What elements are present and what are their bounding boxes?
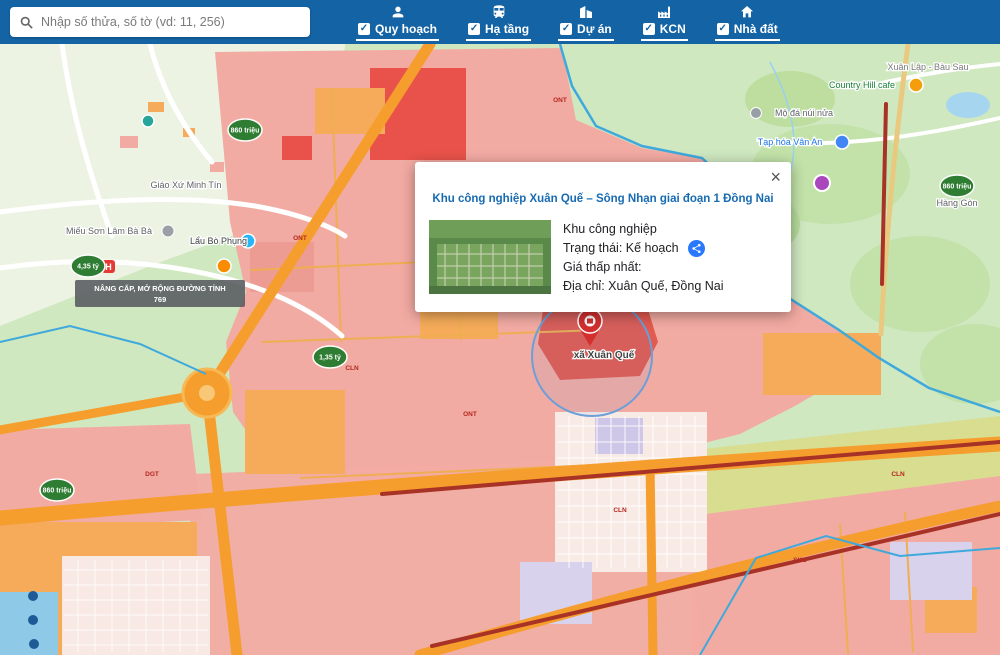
- search-icon: [19, 15, 34, 30]
- info-popup: × Khu công nghiệp Xuân Quế – Sông Nhạn g…: [415, 162, 791, 312]
- price-badge[interactable]: 4,35 tỷ: [71, 255, 105, 277]
- marker-dot[interactable]: [28, 591, 38, 601]
- svg-text:860 triệu: 860 triệu: [943, 184, 972, 191]
- zone-code: CLN: [613, 507, 627, 514]
- popup-close-button[interactable]: ×: [770, 168, 781, 186]
- svg-text:1,35 tỷ: 1,35 tỷ: [319, 355, 341, 362]
- popup-status: Trạng thái: Kế hoạch: [563, 239, 679, 258]
- road-sign: NÂNG CẤP, MỞ RỘNG ĐƯỜNG TỈNH 769: [75, 280, 245, 307]
- search-box[interactable]: [10, 7, 310, 37]
- nav-nha-dat[interactable]: ✓ Nhà đất: [715, 0, 780, 44]
- poi-label: Tạp hóa Vân An: [758, 137, 823, 147]
- planning-person-icon: [390, 3, 406, 20]
- kcn-checkbox[interactable]: ✓: [643, 23, 655, 35]
- ha-tang-checkbox[interactable]: ✓: [468, 23, 480, 35]
- price-badge[interactable]: 860 triệu: [40, 479, 74, 501]
- shop-poi-icon[interactable]: [814, 175, 830, 191]
- road-name-label: Xuân Lập - Bàu Sau: [887, 62, 968, 72]
- food-icon[interactable]: [217, 259, 231, 273]
- nav-quy-hoach[interactable]: ✓ Quy hoạch: [356, 0, 439, 44]
- popup-thumbnail[interactable]: [429, 220, 551, 294]
- building-icon: [578, 3, 594, 20]
- store-icon[interactable]: [835, 135, 849, 149]
- roundabout: [183, 369, 231, 417]
- zone-code: SKC: [793, 557, 807, 564]
- temple-icon[interactable]: [162, 225, 174, 237]
- svg-text:860 triệu: 860 triệu: [231, 128, 260, 135]
- poi-label: Miếu Sơn Lâm Bà Bà: [66, 226, 152, 236]
- poi-label: Giáo Xứ Minh Tín: [151, 180, 222, 190]
- map-app: ✓ Quy hoạch ✓ Hạ tầng ✓ Dự: [0, 0, 1000, 655]
- zone-code: ONT: [463, 411, 477, 418]
- svg-text:H: H: [105, 262, 112, 272]
- price-badge[interactable]: 860 triệu: [940, 175, 974, 197]
- zone-code: DGT: [145, 471, 159, 478]
- poi-label: Hàng Gòn: [936, 198, 977, 208]
- svg-text:769: 769: [154, 295, 167, 304]
- top-bar: ✓ Quy hoạch ✓ Hạ tầng ✓ Dự: [0, 0, 1000, 44]
- du-an-checkbox[interactable]: ✓: [560, 23, 572, 35]
- zone-code: CLN: [345, 365, 359, 372]
- nav-ha-tang[interactable]: ✓ Hạ tầng: [466, 0, 531, 44]
- train-icon: [491, 3, 507, 20]
- highway: [650, 464, 653, 655]
- poi-label: Mộ đá núi nửa: [775, 108, 833, 118]
- poi-label: Country Hill cafe: [829, 80, 895, 90]
- tomb-icon[interactable]: [751, 108, 762, 119]
- zone-code: ONT: [553, 97, 567, 104]
- house-icon: [739, 3, 755, 20]
- svg-text:860 triệu: 860 triệu: [43, 488, 72, 495]
- popup-address: Địa chỉ: Xuân Quế, Đồng Nai: [563, 277, 724, 296]
- poi-label: Lẩu Bò Phụng: [190, 236, 247, 246]
- popup-price: Giá thấp nhất:: [563, 258, 724, 277]
- aerial-thumbnail-image: [429, 220, 551, 294]
- commune-label: xã Xuân Quế: [574, 349, 635, 361]
- nav-kcn[interactable]: ✓ KCN: [641, 0, 688, 44]
- price-badge[interactable]: 860 triệu: [228, 119, 262, 141]
- park-icon[interactable]: [142, 115, 154, 127]
- svg-text:4,35 tỷ: 4,35 tỷ: [77, 264, 99, 271]
- zone-code: CLN: [891, 471, 905, 478]
- quy-hoach-checkbox[interactable]: ✓: [358, 23, 370, 35]
- nav-label: Dự án: [577, 22, 612, 36]
- factory-icon: [656, 3, 672, 20]
- layer-nav: ✓ Quy hoạch ✓ Hạ tầng ✓ Dự: [356, 0, 780, 44]
- map-canvas[interactable]: ONT CLN ONT CLN ONT CLN SKC DGT CLN ONT: [0, 44, 1000, 655]
- share-icon[interactable]: [688, 240, 705, 257]
- nav-label: KCN: [660, 22, 686, 36]
- map-svg[interactable]: ONT CLN ONT CLN ONT CLN SKC DGT CLN ONT: [0, 44, 1000, 655]
- search-input[interactable]: [41, 15, 301, 29]
- popup-type: Khu công nghiệp: [563, 220, 724, 239]
- pond: [946, 92, 990, 118]
- nav-label: Nhà đất: [734, 22, 778, 36]
- popup-title: Khu công nghiệp Xuân Quế – Sông Nhạn gia…: [431, 192, 775, 208]
- nha-dat-checkbox[interactable]: ✓: [717, 23, 729, 35]
- nav-du-an[interactable]: ✓ Dự án: [558, 0, 614, 44]
- marker-dot[interactable]: [28, 615, 38, 625]
- marker-dot[interactable]: [29, 639, 39, 649]
- nav-label: Quy hoạch: [375, 22, 437, 36]
- nav-label: Hạ tầng: [485, 22, 529, 36]
- svg-text:NÂNG CẤP, MỞ RỘNG ĐƯỜNG TỈNH: NÂNG CẤP, MỞ RỘNG ĐƯỜNG TỈNH: [94, 283, 225, 293]
- zone-code: ONT: [293, 235, 307, 242]
- water-zone: [0, 592, 58, 655]
- price-badge[interactable]: 1,35 tỷ: [313, 346, 347, 368]
- cafe-icon[interactable]: [909, 78, 923, 92]
